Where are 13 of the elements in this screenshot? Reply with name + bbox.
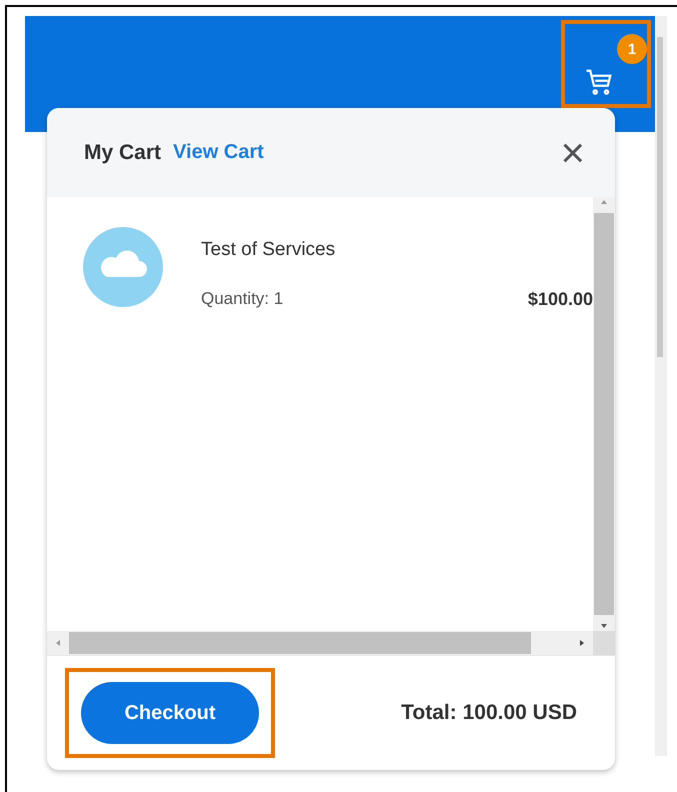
item-name: Test of Services [201, 239, 336, 261]
item-quantity: Quantity: 1 [201, 289, 284, 310]
cart-count-badge: 1 [617, 34, 647, 64]
horizontal-scrollbar[interactable] [47, 631, 593, 655]
checkout-button[interactable]: Checkout [81, 682, 259, 744]
view-cart-link[interactable]: View Cart [173, 141, 264, 164]
vertical-scrollbar[interactable] [593, 197, 615, 631]
cart-total: Total: 100.00 USD [401, 701, 577, 725]
cloud-avatar-icon [83, 227, 163, 307]
item-price: $100.00 [528, 289, 593, 310]
page-scrollbar-thumb[interactable] [657, 37, 663, 357]
cart-title: My Cart [84, 140, 162, 164]
close-button[interactable]: × [560, 132, 585, 174]
